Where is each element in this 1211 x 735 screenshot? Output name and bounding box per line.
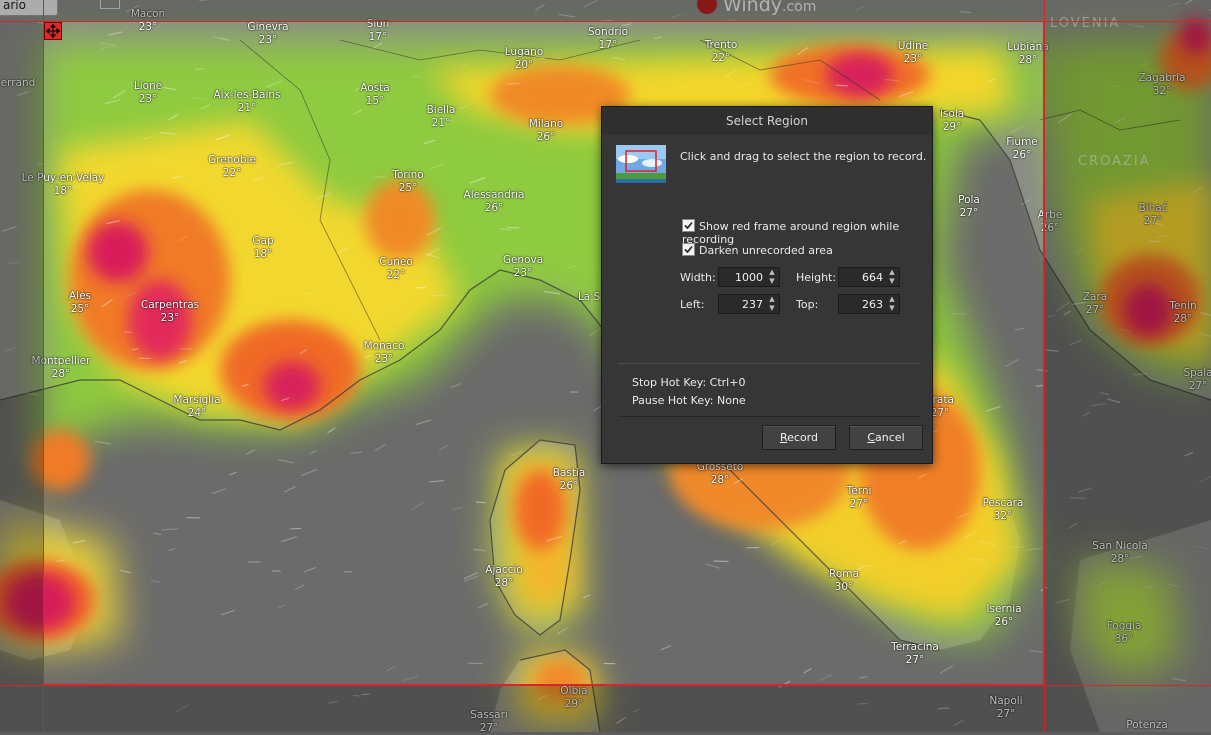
left-label: Left: [680, 298, 704, 311]
width-up-icon[interactable]: ▲ [765, 268, 779, 277]
record-button[interactable]: Record [762, 425, 836, 450]
top-label: Top: [796, 298, 818, 311]
divider [618, 416, 920, 417]
darken-area-checkbox[interactable] [682, 243, 695, 256]
left-down-icon[interactable]: ▼ [765, 304, 779, 313]
top-input[interactable] [839, 295, 885, 313]
height-up-icon[interactable]: ▲ [885, 268, 899, 277]
move-handle-icon[interactable] [44, 22, 62, 40]
unrecorded-area-right [1044, 21, 1211, 685]
show-red-frame-checkbox-row[interactable]: Show red frame around region while recor… [682, 219, 932, 246]
width-down-icon[interactable]: ▼ [765, 277, 779, 286]
top-spinner[interactable]: ▲▼ [838, 294, 900, 314]
region-guide-bottom [0, 685, 1211, 686]
left-input[interactable] [719, 295, 765, 313]
dialog-title: Select Region [602, 107, 932, 135]
region-preview-icon [616, 145, 666, 183]
dialog-instruction: Click and drag to select the region to r… [680, 150, 926, 163]
left-spinner[interactable]: ▲▼ [718, 294, 780, 314]
divider [618, 363, 920, 364]
unrecorded-area-top [0, 0, 1211, 21]
width-label: Width: [680, 271, 716, 284]
darken-area-checkbox-row[interactable]: Darken unrecorded area [682, 243, 833, 257]
show-red-frame-checkbox[interactable] [682, 219, 695, 232]
unrecorded-area-left [0, 21, 43, 685]
width-spinner[interactable]: ▲▼ [718, 267, 780, 287]
width-input[interactable] [719, 268, 765, 286]
select-region-dialog: Select Region Click and drag to select t… [601, 106, 933, 464]
height-down-icon[interactable]: ▼ [885, 277, 899, 286]
top-down-icon[interactable]: ▼ [885, 304, 899, 313]
cancel-button[interactable]: Cancel [849, 425, 923, 450]
region-guide-right [1044, 0, 1045, 732]
darken-area-label: Darken unrecorded area [699, 244, 833, 257]
pause-hotkey-text: Pause Hot Key: None [632, 394, 746, 407]
stop-hotkey-text: Stop Hot Key: Ctrl+0 [632, 376, 745, 389]
left-up-icon[interactable]: ▲ [765, 295, 779, 304]
top-up-icon[interactable]: ▲ [885, 295, 899, 304]
height-label: Height: [796, 271, 836, 284]
height-input[interactable] [839, 268, 885, 286]
unrecorded-area-bottom [0, 685, 1211, 732]
height-spinner[interactable]: ▲▼ [838, 267, 900, 287]
